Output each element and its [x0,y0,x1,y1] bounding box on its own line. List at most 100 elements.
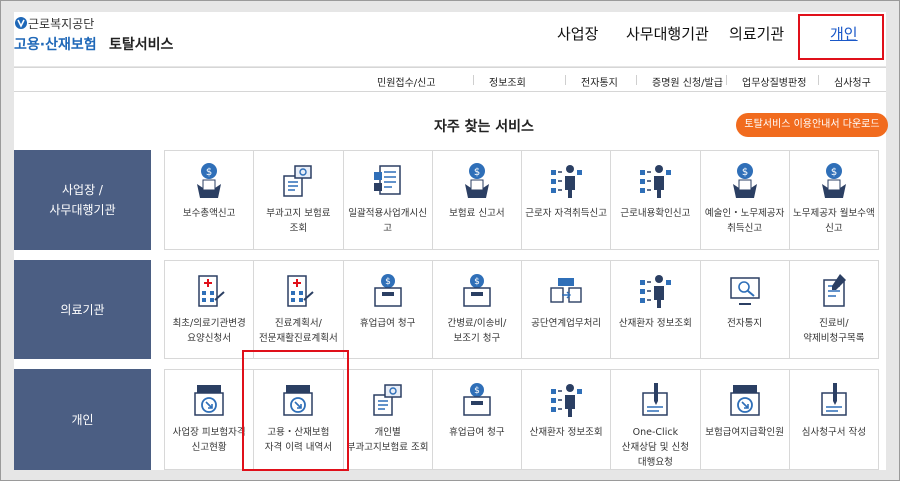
service-tile-label: 진료계획서/전문재활진료계획서 [259,318,338,344]
service-tile-label: 휴업급여 청구 [449,427,505,438]
pen-document-icon [816,379,852,419]
person-checklist-icon [548,160,584,200]
logo-title-main: 고용·산재보험 [14,37,97,53]
document-search-icon [370,379,406,419]
service-tile-label: 근로내용확인신고 [620,208,691,219]
person-checklist-icon [637,160,673,200]
svg-text:$: $ [741,167,747,178]
service-tile[interactable]: 진료계획서/전문재활진료계획서 [253,260,344,359]
service-tile-label: 심사청구서 작성 [801,427,866,438]
service-tile[interactable]: 보험급여지급확인원 [699,369,790,470]
service-tile[interactable]: 부과고지 보험료 조회 [253,150,344,250]
service-tile[interactable]: 일괄적용사업개시신고 [342,150,433,250]
service-tile[interactable]: 공단연계업무처리 [521,260,612,359]
service-tile-label: 부과고지 보험료 조회 [266,208,331,234]
service-tile[interactable]: 최초/의료기관변경 요양신청서 [164,260,255,359]
pen-document-icon [637,379,673,419]
svg-text:$: $ [385,277,391,287]
service-tile[interactable]: 개인별 부과고지보험료 조회 [342,369,433,470]
service-tile[interactable]: 산재환자 정보조회 [610,260,701,359]
download-tray-icon [191,379,227,419]
service-tile[interactable]: 진료비/약제비청구목록 [788,260,879,359]
service-tile[interactable]: $ 휴업급여 청구 [342,260,433,359]
subnav-item-enotice[interactable]: 전자통지 [565,74,618,89]
service-tile[interactable]: 사업장 피보험자격 신고현황 [164,369,255,470]
logo-title-sub: 토탈서비스 [109,37,174,53]
coin-hand-icon: $ [191,160,227,200]
service-tile-label: 일괄적용사업개시신고 [348,208,427,234]
subnav-item-info[interactable]: 정보조회 [473,74,526,89]
subnav-item-disease[interactable]: 업무상질병판정 [725,74,806,89]
service-tile-label: 예술인・노무제공자 취득신고 [704,208,785,234]
highlight-box-personal [798,14,884,60]
service-tile-label: One-Click 산재상담 및 신청 대행요청 [621,427,689,468]
service-tile-label: 보험료 신고서 [449,208,505,219]
kcomwel-logo-icon [15,17,27,29]
service-tile[interactable]: 전자통지 [699,260,790,359]
subnav-item-appeal[interactable]: 심사청구 [818,74,871,89]
service-tile-label: 휴업급여 청구 [359,318,416,329]
guide-download-button[interactable]: 토탈서비스 이용안내서 다운로드 [736,113,888,137]
service-tile[interactable]: 근로내용확인신고 [610,150,701,250]
main-content: 자주 찾는 서비스 토탈서비스 이용안내서 다운로드 사업장 / 사무대행기관 … [14,92,888,470]
person-checklist-icon [548,379,584,419]
service-tile-label: 진료비/약제비청구목록 [803,318,865,344]
svg-text:$: $ [831,167,837,178]
topnav-medical[interactable]: 의료기관 [729,23,784,44]
row-label-personal: 개인 [14,369,151,470]
coin-hand-icon: $ [459,160,495,200]
service-tile[interactable]: $ 노무제공자 월보수액 신고 [788,150,879,250]
topnav-agency[interactable]: 사무대행기관 [626,23,709,44]
service-tile-label: 최초/의료기관변경 요양신청서 [172,318,246,344]
service-tile-label: 개인별 부과고지보험료 조회 [346,427,429,453]
subnav-item-complaint[interactable]: 민원접수/신고 [377,74,436,89]
document-list-icon [370,160,406,200]
coin-box-icon: $ [459,379,495,419]
service-tile[interactable]: One-Click 산재상담 및 신청 대행요청 [610,369,701,470]
service-tile-label: 근로자 자격취득신고 [525,208,607,219]
site-header: 근로복지공단 고용·산재보험 토탈서비스 사업장 사무대행기관 의료기관 개인 [14,12,886,66]
person-checklist-icon [637,270,673,310]
row-label-text: 의료기관 [60,302,105,317]
coin-box-icon: $ [370,270,406,310]
service-tile[interactable]: $ 휴업급여 청구 [431,369,522,470]
org-name: 근로복지공단 [28,17,95,31]
site-logo[interactable]: 근로복지공단 고용·산재보험 토탈서비스 [14,15,214,63]
service-tile[interactable]: $ 간병료/이송비/보조기 청구 [431,260,522,359]
sub-navigation: 민원접수/신고 정보조회 전자통지 증명원 신청/발급 업무상질병판정 심사청구 [14,67,886,92]
service-tile-label: 보수총액신고 [182,208,236,219]
service-row-medical: 최초/의료기관변경 요양신청서 진료계획서/전문재활진료계획서 $ 휴업급여 청구 $ 간… [164,260,886,359]
pencil-document-icon [816,270,852,310]
row-label-medical: 의료기관 [14,260,151,359]
topnav-workplace[interactable]: 사업장 [557,23,598,44]
service-tile[interactable]: $ 보수총액신고 [164,150,255,250]
service-tile-label: 노무제공자 월보수액 신고 [793,208,875,234]
svg-text:$: $ [474,277,480,287]
service-tile-label: 전자통지 [727,318,763,329]
subnav-item-certificate[interactable]: 증명원 신청/발급 [636,74,723,89]
service-tile[interactable]: $ 예술인・노무제공자 취득신고 [699,150,790,250]
hospital-building-icon [280,270,316,310]
monitor-search-icon [727,270,763,310]
service-tile[interactable]: $ 보험료 신고서 [431,150,522,250]
download-tray-icon [727,379,763,419]
service-tile-label: 보험급여지급확인원 [705,427,784,438]
folder-exchange-icon [548,270,584,310]
document-search-icon [280,160,316,200]
service-tile-label: 산재환자 정보조회 [618,318,692,329]
service-tile-label: 간병료/이송비/보조기 청구 [447,318,507,344]
service-tile-label: 사업장 피보험자격 신고현황 [172,427,246,453]
service-tile[interactable]: 심사청구서 작성 [788,369,879,470]
coin-hand-icon: $ [727,160,763,200]
row-label-workplace: 사업장 / 사무대행기관 [14,150,151,250]
service-tile-label: 공단연계업무처리 [531,318,602,329]
coin-hand-icon: $ [816,160,852,200]
hospital-building-icon [191,270,227,310]
highlight-box-tile [242,350,349,471]
service-tile-label: 산재환자 정보조회 [529,427,603,438]
service-tile[interactable]: 산재환자 정보조회 [521,369,612,470]
row-label-text: 사업장 / 사무대행기관 [49,183,116,217]
coin-box-icon: $ [459,270,495,310]
svg-text:$: $ [474,386,480,396]
service-tile[interactable]: 근로자 자격취득신고 [521,150,612,250]
